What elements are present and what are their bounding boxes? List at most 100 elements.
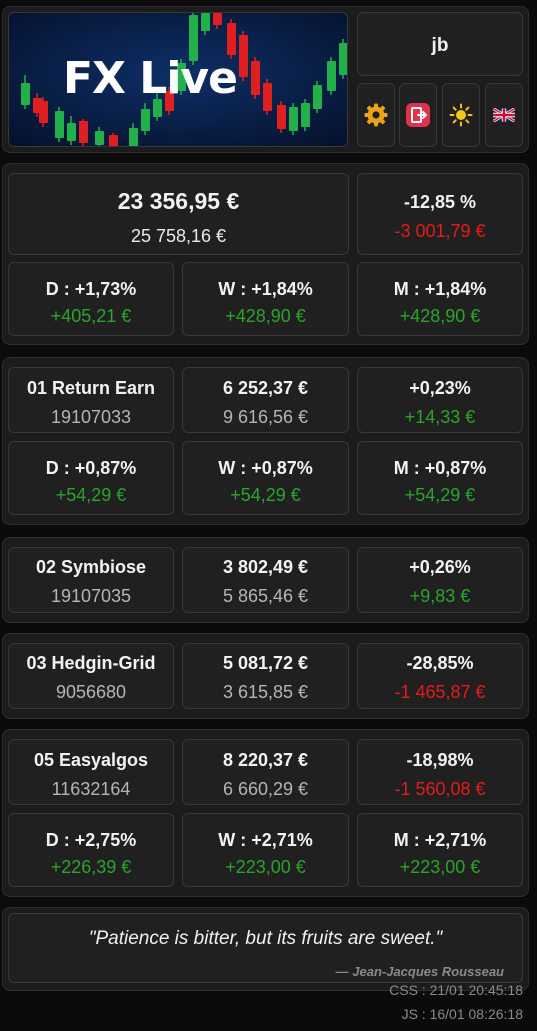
account-percent: -18,98% — [406, 750, 474, 770]
period-label: W : +0,87% — [218, 458, 313, 478]
account-month-card[interactable]: M : +0,87% +54,29 € — [357, 441, 523, 515]
period-value: +223,00 € — [399, 857, 481, 877]
period-label: W : +1,84% — [218, 279, 313, 299]
user-button[interactable]: jb — [357, 12, 523, 76]
period-value: +428,90 € — [399, 306, 481, 326]
period-value: +428,90 € — [225, 306, 306, 326]
account-name: 05 Easyalgos — [33, 750, 149, 770]
account-deposit: 5 865,46 € — [222, 586, 309, 606]
account-id: 19107033 — [50, 407, 132, 427]
account-balance-card[interactable]: 6 252,37 € 9 616,56 € — [182, 367, 349, 433]
candle-body — [327, 61, 336, 91]
account-performance-card[interactable]: +0,26% +9,83 € — [357, 547, 523, 613]
candle-body — [55, 111, 64, 138]
quote-author: — Jean-Jacques Rousseau — [335, 964, 504, 979]
account-percent: +0,23% — [409, 378, 471, 398]
account-name-card[interactable]: 01 Return Earn 19107033 — [8, 367, 174, 433]
account-amount: -1 560,08 € — [394, 779, 486, 799]
account-day-card[interactable]: D : +2,75% +226,39 € — [8, 813, 174, 887]
total-balance-card[interactable]: 23 356,95 € 25 758,16 € — [8, 173, 349, 255]
account-performance-card[interactable]: +0,23% +14,33 € — [357, 367, 523, 433]
account-amount: -1 465,87 € — [394, 682, 486, 702]
account-week-card[interactable]: W : +2,71% +223,00 € — [182, 813, 349, 887]
candle-body — [67, 123, 76, 141]
candle-body — [141, 109, 150, 131]
period-value: +405,21 € — [50, 306, 132, 326]
account-month-card[interactable]: M : +2,71% +223,00 € — [357, 813, 523, 887]
period-value: +54,29 € — [55, 485, 127, 505]
account-amount: +9,83 € — [409, 586, 471, 606]
js-version: JS : 16/01 08:26:18 — [401, 1006, 523, 1022]
candle-body — [227, 23, 236, 55]
period-label: D : +2,75% — [45, 830, 137, 850]
account-name-card[interactable]: 05 Easyalgos 11632164 — [8, 739, 174, 805]
account-percent: -28,85% — [406, 653, 474, 673]
quote-card: "Patience is bitter, but its fruits are … — [8, 913, 523, 983]
settings-button[interactable] — [357, 83, 395, 147]
candle-body — [79, 121, 88, 143]
logo-text: FX Live — [63, 53, 238, 104]
account-performance-card[interactable]: -28,85% -1 465,87 € — [357, 643, 523, 709]
account-balance: 5 081,72 € — [222, 653, 309, 673]
candle-body — [301, 103, 310, 127]
period-label: D : +1,73% — [45, 279, 137, 299]
css-version: CSS : 21/01 20:45:18 — [389, 982, 523, 998]
account-amount: +14,33 € — [404, 407, 476, 427]
candle-body — [213, 13, 222, 25]
total-amount: -3 001,79 € — [394, 221, 486, 241]
logo-banner: FX Live — [8, 12, 348, 147]
candle-body — [251, 61, 260, 95]
account-id: 9056680 — [55, 682, 127, 702]
account-day-card[interactable]: D : +0,87% +54,29 € — [8, 441, 174, 515]
summary-month-card[interactable]: M : +1,84% +428,90 € — [357, 262, 523, 336]
account-percent: +0,26% — [409, 557, 471, 577]
user-name: jb — [431, 35, 449, 56]
sun-icon — [449, 103, 473, 127]
summary-week-card[interactable]: W : +1,84% +428,90 € — [182, 262, 349, 336]
gear-icon — [364, 103, 388, 127]
candle-body — [313, 85, 322, 109]
account-week-card[interactable]: W : +0,87% +54,29 € — [182, 441, 349, 515]
total-balance: 23 356,95 € — [117, 188, 240, 214]
candle-body — [289, 107, 298, 131]
period-label: M : +0,87% — [393, 458, 487, 478]
account-balance: 8 220,37 € — [222, 750, 309, 770]
period-label: W : +2,71% — [218, 830, 313, 850]
account-deposit: 3 615,85 € — [222, 682, 309, 702]
summary-day-card[interactable]: D : +1,73% +405,21 € — [8, 262, 174, 336]
candle-body — [339, 43, 347, 75]
account-name: 02 Symbiose — [35, 557, 147, 577]
account-balance: 3 802,49 € — [222, 557, 309, 577]
quote-text: "Patience is bitter, but its fruits are … — [88, 928, 443, 949]
account-performance-card[interactable]: -18,98% -1 560,08 € — [357, 739, 523, 805]
account-balance-card[interactable]: 8 220,37 € 6 660,29 € — [182, 739, 349, 805]
candle-body — [39, 101, 48, 123]
logout-icon — [406, 103, 430, 127]
candle-body — [21, 83, 30, 105]
logout-button[interactable] — [399, 83, 437, 147]
language-button[interactable] — [485, 83, 523, 147]
uk-flag-icon — [493, 108, 515, 122]
account-balance-card[interactable]: 5 081,72 € 3 615,85 € — [182, 643, 349, 709]
account-name-card[interactable]: 03 Hedgin-Grid 9056680 — [8, 643, 174, 709]
total-deposit: 25 758,16 € — [130, 226, 227, 246]
account-name: 03 Hedgin-Grid — [26, 653, 156, 673]
period-value: +223,00 € — [225, 857, 306, 877]
period-value: +226,39 € — [50, 857, 132, 877]
candle-body — [129, 128, 138, 146]
period-value: +54,29 € — [404, 485, 476, 505]
account-deposit: 9 616,56 € — [222, 407, 309, 427]
total-percent: -12,85 % — [403, 192, 477, 212]
candle-body — [201, 13, 210, 31]
total-performance-card[interactable]: -12,85 % -3 001,79 € — [357, 173, 523, 255]
account-name: 01 Return Earn — [26, 378, 156, 398]
account-balance-card[interactable]: 3 802,49 € 5 865,46 € — [182, 547, 349, 613]
period-label: M : +1,84% — [393, 279, 487, 299]
account-name-card[interactable]: 02 Symbiose 19107035 — [8, 547, 174, 613]
period-value: +54,29 € — [230, 485, 301, 505]
period-label: D : +0,87% — [45, 458, 137, 478]
candle-body — [95, 131, 104, 145]
candle-body — [277, 105, 286, 129]
theme-button[interactable] — [442, 83, 480, 147]
period-label: M : +2,71% — [393, 830, 487, 850]
